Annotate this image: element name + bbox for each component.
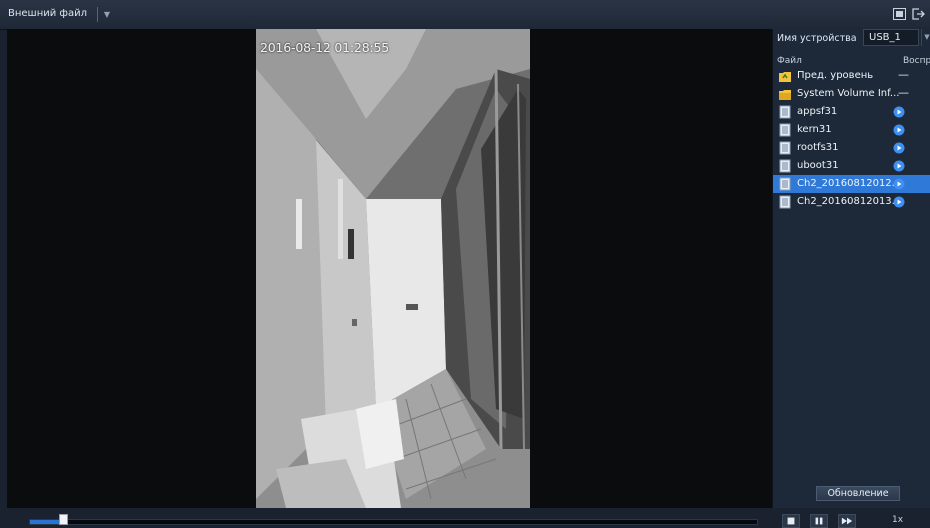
file-list: Пред. уровень — System Volume Inf... — a… (773, 67, 930, 211)
list-item[interactable]: rootfs31 (773, 139, 930, 157)
play-icon[interactable] (893, 178, 905, 190)
file-name: System Volume Inf... (797, 88, 900, 99)
file-name: Ch2_20160812012... (797, 178, 902, 189)
file-name: appsf31 (797, 106, 838, 117)
chevron-down-icon[interactable]: ▼ (921, 29, 930, 46)
fullscreen-icon[interactable] (893, 8, 906, 20)
file-icon (779, 141, 791, 155)
file-icon (779, 195, 791, 209)
folder-icon (779, 90, 791, 100)
source-title: Внешний файл (8, 8, 87, 19)
video-timestamp: 2016-08-12 01:28:55 (260, 40, 389, 55)
video-viewport[interactable]: 2016-08-12 01:28:55 (7, 29, 772, 508)
file-icon (779, 159, 791, 173)
timeline-handle[interactable] (58, 514, 68, 525)
file-browser-panel: Имя устройства USB_1 ▼ Файл Воспрои Пред… (772, 29, 930, 510)
file-name: rootfs31 (797, 142, 839, 153)
file-icon (779, 123, 791, 137)
file-name: uboot31 (797, 160, 839, 171)
device-name-label: Имя устройства (777, 33, 857, 44)
playback-timeline[interactable] (29, 519, 758, 525)
video-frame: 2016-08-12 01:28:55 (256, 29, 530, 508)
play-icon[interactable] (893, 142, 905, 154)
divider (97, 7, 98, 22)
device-select-value: USB_1 (869, 32, 901, 43)
file-icon (779, 105, 791, 119)
list-item[interactable]: kern31 (773, 121, 930, 139)
column-header-play: Воспрои (903, 56, 930, 66)
play-icon[interactable] (893, 160, 905, 172)
file-name: Ch2_20160812013... (797, 196, 902, 207)
list-item[interactable]: appsf31 (773, 103, 930, 121)
device-select[interactable]: USB_1 (863, 29, 919, 46)
camera-image (256, 29, 530, 508)
top-bar: Внешний файл ▼ (0, 0, 930, 30)
refresh-button[interactable]: Обновление (816, 486, 900, 501)
file-name: Пред. уровень (797, 70, 874, 81)
play-icon[interactable] (893, 106, 905, 118)
play-icon[interactable] (893, 196, 905, 208)
dropdown-arrow-icon[interactable]: ▼ (101, 9, 113, 21)
no-action-indicator: — (898, 86, 909, 99)
playback-speed: 1x (892, 515, 904, 525)
list-item-selected[interactable]: Ch2_20160812012... (773, 175, 930, 193)
no-action-indicator: — (898, 68, 909, 81)
list-item[interactable]: System Volume Inf... — (773, 85, 930, 103)
play-icon[interactable] (893, 124, 905, 136)
list-item[interactable]: Ch2_20160812013... (773, 193, 930, 211)
stop-icon[interactable] (782, 514, 800, 528)
list-item[interactable]: uboot31 (773, 157, 930, 175)
column-header-file: Файл (777, 56, 802, 66)
list-item[interactable]: Пред. уровень — (773, 67, 930, 85)
exit-icon[interactable] (912, 8, 925, 20)
fast-forward-icon[interactable] (838, 514, 856, 528)
folder-up-icon (779, 72, 791, 82)
pause-icon[interactable] (810, 514, 828, 528)
file-icon (779, 177, 791, 191)
file-name: kern31 (797, 124, 832, 135)
